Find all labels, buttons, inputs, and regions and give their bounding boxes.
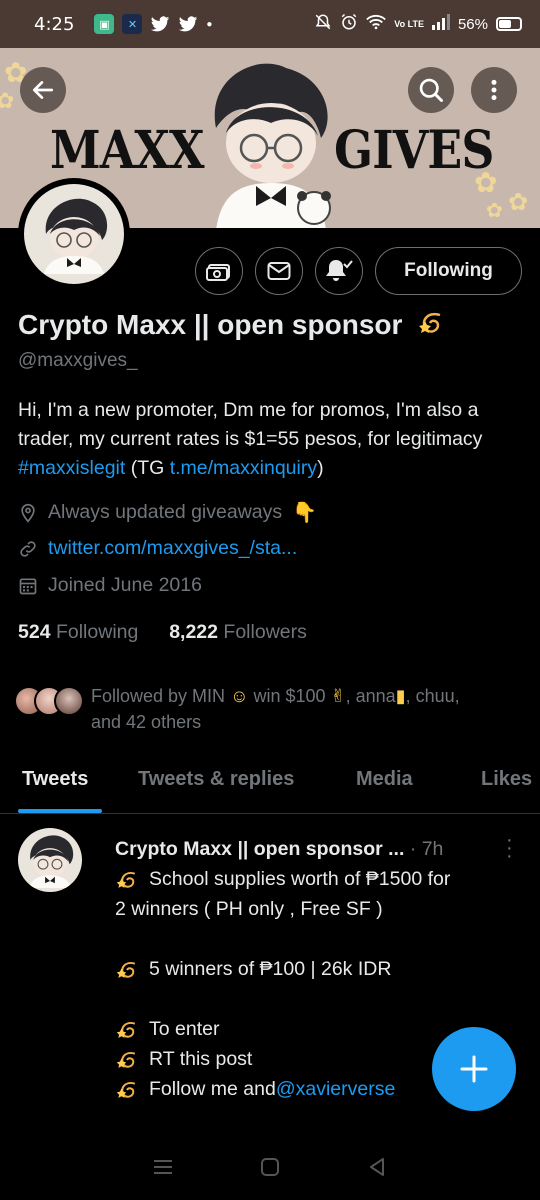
- joined-text: Joined June 2016: [48, 574, 202, 596]
- plus-icon: [460, 1055, 488, 1083]
- system-navigation-bar: [0, 1138, 540, 1200]
- arrow-left-icon: [32, 81, 54, 99]
- active-tab-indicator: [18, 809, 102, 813]
- signal-icon: [431, 14, 450, 34]
- tip-button[interactable]: [195, 247, 243, 295]
- location-pin-icon: [21, 503, 35, 523]
- notifications-button[interactable]: [315, 247, 363, 295]
- money-icon: [206, 264, 230, 281]
- tweet-author-name[interactable]: Crypto Maxx || open sponsor ...: [115, 838, 404, 860]
- dizzy-emoji-icon: [416, 309, 444, 344]
- bio-text: (TG: [125, 457, 170, 479]
- smile-emoji-icon: ☺: [230, 686, 249, 706]
- tweet-mention-link[interactable]: @xavierverse: [276, 1078, 396, 1101]
- compose-tweet-button[interactable]: [432, 1027, 516, 1111]
- banner-text-left: MAXX: [50, 120, 205, 181]
- dizzy-emoji-icon: [115, 1079, 139, 1101]
- twitter-notification-icon: [150, 15, 170, 33]
- message-button[interactable]: [255, 247, 303, 295]
- mute-icon: [314, 13, 332, 35]
- followed-by-avatars[interactable]: [14, 680, 86, 720]
- banner-text-right: GIVES: [334, 120, 494, 181]
- dot-icon: ●: [206, 18, 213, 30]
- tweet-author-avatar[interactable]: [18, 828, 82, 892]
- status-bar: 4:25 ▣ ✕ ● Vo LTE 56%: [0, 0, 540, 48]
- app-notification-icon: ✕: [122, 14, 143, 34]
- tweet-header: Crypto Maxx || open sponsor ... · 7h: [115, 838, 443, 861]
- triangle-back-icon: [369, 1157, 384, 1176]
- battery-icon: [496, 17, 522, 31]
- back-button[interactable]: [20, 67, 66, 113]
- drink-emoji-icon: ▮: [395, 686, 406, 706]
- recent-apps-button[interactable]: [152, 1157, 174, 1182]
- profile-tabs: Tweets Tweets & replies Media Likes: [0, 752, 540, 814]
- status-time: 4:25: [34, 13, 75, 35]
- bio-text: ): [317, 457, 324, 479]
- bio-hashtag-link[interactable]: #maxxislegit: [18, 457, 125, 479]
- flower-decoration: ✿: [508, 189, 529, 216]
- tweet-line: Follow me and @xavierverse: [115, 1078, 395, 1101]
- profile-website: twitter.com/maxxgives_/sta...: [18, 537, 297, 560]
- profile-name-text: Crypto Maxx || open sponsor: [18, 309, 403, 340]
- tweet-line: 5 winners of ₱100 | 26k IDR: [115, 958, 391, 981]
- tweet-line: School supplies worth of ₱1500 for: [115, 868, 450, 891]
- profile-name: Crypto Maxx || open sponsor: [18, 309, 444, 344]
- crossed-fingers-emoji-icon: ✌: [330, 686, 346, 706]
- tab-tweets[interactable]: Tweets: [22, 768, 88, 791]
- search-button[interactable]: [408, 67, 454, 113]
- followed-by-text[interactable]: Followed by MIN ☺ win $100 ✌, anna▮, chu…: [91, 683, 531, 735]
- follower-avatar: [54, 686, 84, 716]
- follow-counts: 524 Following 8,222 Followers: [18, 621, 307, 644]
- tweet-line: 2 winners ( PH only , Free SF ): [115, 898, 383, 920]
- battery-percent: 56%: [457, 15, 488, 33]
- banner-character-illustration: [214, 63, 331, 228]
- tweet-more-button[interactable]: · · ·: [506, 830, 513, 866]
- avatar-illustration: [44, 198, 108, 274]
- home-button[interactable]: [259, 1156, 281, 1183]
- link-icon: [20, 540, 36, 557]
- more-options-button[interactable]: [471, 67, 517, 113]
- point-down-emoji-icon: 👇: [292, 502, 318, 524]
- twitter-notification-icon: [178, 15, 198, 33]
- flower-decoration: ✿: [486, 200, 503, 222]
- dizzy-emoji-icon: [115, 959, 139, 981]
- following-count-link[interactable]: 524 Following: [18, 621, 138, 643]
- followers-count-link[interactable]: 8,222 Followers: [169, 621, 307, 643]
- app-notification-icon: ▣: [94, 14, 115, 34]
- square-icon: [260, 1157, 279, 1176]
- search-icon: [419, 78, 443, 102]
- dizzy-emoji-icon: [115, 1049, 139, 1071]
- dizzy-emoji-icon: [115, 869, 139, 891]
- alarm-icon: [340, 13, 358, 35]
- mail-icon: [267, 262, 291, 280]
- tweet-time: · 7h: [409, 838, 444, 860]
- bell-check-icon: [326, 260, 353, 281]
- wifi-icon: [366, 14, 387, 34]
- tab-likes[interactable]: Likes: [481, 768, 532, 791]
- bio-text: Hi, I'm a new promoter, Dm me for promos…: [18, 399, 483, 450]
- flower-decoration: ✿: [0, 88, 15, 113]
- menu-lines-icon: [154, 1159, 173, 1174]
- dizzy-emoji-icon: [115, 1019, 139, 1041]
- system-back-button[interactable]: [366, 1156, 388, 1183]
- tab-tweets-replies[interactable]: Tweets & replies: [138, 768, 294, 791]
- avatar-illustration: [29, 835, 74, 888]
- tab-media[interactable]: Media: [356, 768, 413, 791]
- tweet-line: To enter: [115, 1018, 219, 1041]
- profile-location: Always updated giveaways 👇: [18, 500, 317, 525]
- profile-handle: @maxxgives_: [18, 350, 138, 371]
- volte-indicator: Vo LTE: [394, 18, 424, 29]
- profile-bio: Hi, I'm a new promoter, Dm me for promos…: [18, 396, 523, 483]
- tweet-line: RT this post: [115, 1048, 252, 1071]
- profile-avatar[interactable]: [18, 178, 130, 290]
- following-button[interactable]: Following: [375, 247, 522, 295]
- location-text: Always updated giveaways: [48, 501, 283, 523]
- more-vertical-icon: [491, 79, 497, 101]
- website-link[interactable]: twitter.com/maxxgives_/sta...: [48, 537, 297, 560]
- bio-telegram-link[interactable]: t.me/maxxinquiry: [170, 457, 317, 479]
- profile-joined: Joined June 2016: [18, 574, 202, 597]
- calendar-icon: [19, 578, 37, 594]
